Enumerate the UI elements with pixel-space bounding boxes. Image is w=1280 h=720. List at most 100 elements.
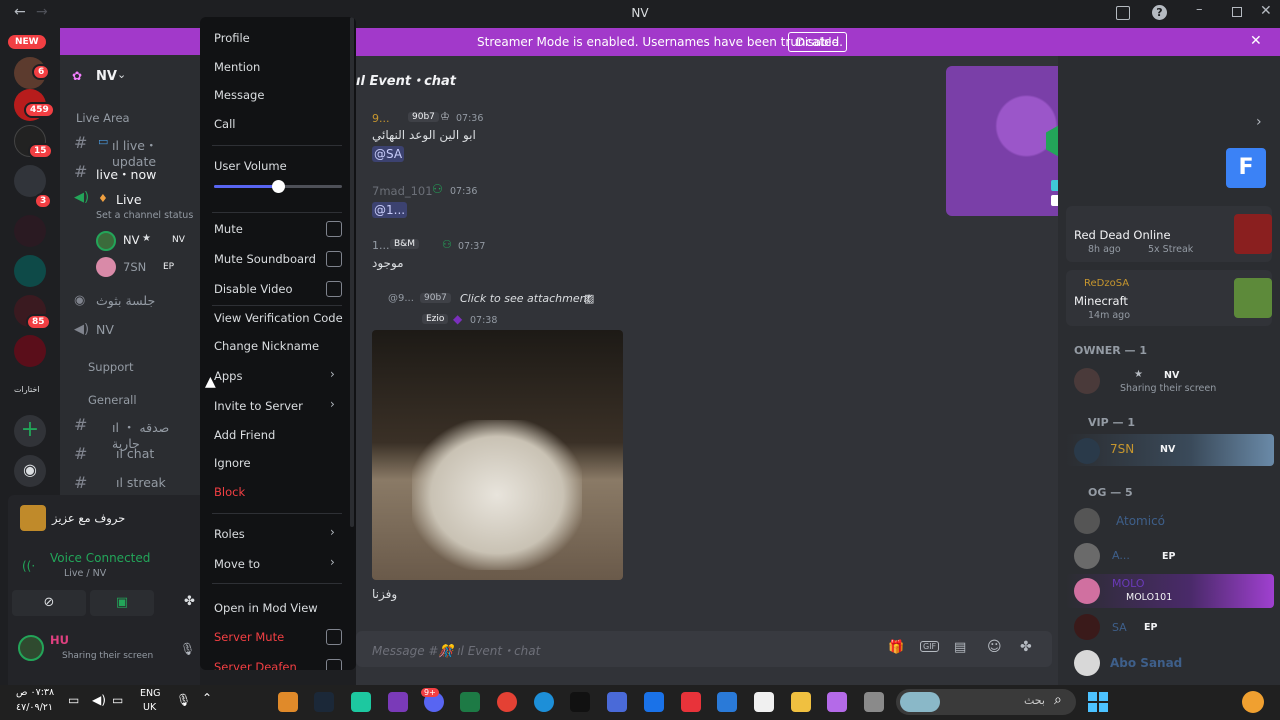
member-name[interactable]: A...: [1112, 549, 1130, 562]
message-author[interactable]: 9...: [372, 112, 390, 125]
voice-channel-live[interactable]: Live: [116, 192, 142, 207]
channel-streak[interactable]: ıl streak: [116, 475, 166, 490]
menu-mute-soundboard[interactable]: Mute Soundboard: [214, 252, 316, 266]
microphone-icon[interactable]: 🎙: [180, 642, 195, 656]
dropbox-icon[interactable]: [644, 692, 664, 712]
outlook-icon[interactable]: [717, 692, 737, 712]
volume-icon[interactable]: ◀): [92, 693, 106, 707]
help-icon[interactable]: ?: [1152, 5, 1167, 20]
avatar[interactable]: [96, 231, 116, 251]
maximize-icon[interactable]: [1232, 7, 1242, 17]
message-author[interactable]: 1...: [372, 239, 390, 252]
channel-chat[interactable]: ıl chat: [116, 446, 154, 461]
avatar[interactable]: [96, 257, 116, 277]
server-icon-8[interactable]: [14, 335, 46, 367]
display-icon[interactable]: ▭: [112, 693, 123, 707]
activities-icon[interactable]: ✤: [184, 594, 195, 609]
volume-knob[interactable]: [272, 180, 285, 193]
app-icon[interactable]: [388, 692, 408, 712]
app-icon[interactable]: [864, 692, 884, 712]
epic-games-icon[interactable]: [570, 692, 590, 712]
channel-live-now[interactable]: live・now: [96, 164, 156, 183]
activity-card[interactable]: ReDzoSA Minecraft 14m ago: [1066, 270, 1272, 326]
language-secondary[interactable]: UK: [143, 702, 156, 713]
copilot-icon[interactable]: [827, 692, 847, 712]
avatar[interactable]: [1074, 508, 1100, 534]
microphone-icon[interactable]: 🎙: [176, 693, 191, 707]
gift-icon[interactable]: 🎁: [888, 640, 904, 655]
inbox-icon[interactable]: [1116, 6, 1130, 20]
menu-message[interactable]: Message: [214, 88, 264, 102]
reply-text[interactable]: Click to see attachment: [460, 292, 591, 305]
menu-apps[interactable]: Apps: [214, 369, 242, 383]
menu-scrollbar[interactable]: [350, 17, 354, 527]
menu-mod-view[interactable]: Open in Mod View: [214, 601, 318, 615]
app-icon[interactable]: [607, 692, 627, 712]
avatar[interactable]: [18, 635, 44, 661]
server-name[interactable]: NV: [96, 69, 117, 84]
avatar[interactable]: [1074, 614, 1100, 640]
server-icon-6[interactable]: [14, 255, 46, 287]
add-server-icon[interactable]: +: [14, 415, 46, 447]
member-row[interactable]: 7SN NV: [1066, 434, 1274, 466]
voice-connected[interactable]: Voice Connected: [50, 551, 150, 565]
app-icon[interactable]: [278, 692, 298, 712]
menu-call[interactable]: Call: [214, 117, 235, 131]
mention[interactable]: @1...: [372, 202, 408, 218]
camera-off-button[interactable]: ⊘: [12, 590, 86, 616]
excel-icon[interactable]: [460, 692, 480, 712]
category-support[interactable]: Support: [88, 360, 133, 374]
chevron-down-icon[interactable]: ⌄: [117, 68, 126, 81]
server-icon-5[interactable]: [14, 215, 46, 247]
mention[interactable]: @SA: [372, 146, 405, 162]
close-icon[interactable]: ✕: [1260, 3, 1272, 19]
avatar[interactable]: [1074, 650, 1100, 676]
menu-roles[interactable]: Roles: [214, 527, 245, 541]
voice-channel-arabic[interactable]: جلسة بثوث: [96, 293, 155, 308]
store-icon[interactable]: [754, 692, 774, 712]
steam-icon[interactable]: [314, 692, 334, 712]
discover-icon[interactable]: ◉: [14, 455, 46, 487]
menu-invite[interactable]: Invite to Server: [214, 399, 303, 413]
message-author[interactable]: 7mad_101: [372, 184, 433, 198]
sticker-icon[interactable]: ▤: [954, 640, 966, 655]
reply-author[interactable]: @9...: [388, 293, 414, 304]
server-deafen-checkbox[interactable]: [326, 659, 342, 670]
menu-disable-video[interactable]: Disable Video: [214, 282, 293, 296]
disable-video-checkbox[interactable]: [326, 281, 342, 297]
menu-mute[interactable]: Mute: [214, 222, 243, 236]
avatar[interactable]: [1074, 368, 1100, 394]
my-username[interactable]: HU: [50, 633, 69, 647]
screen-share-button[interactable]: ▣: [90, 590, 154, 616]
category-live-area[interactable]: Live Area: [76, 111, 130, 125]
app-icon[interactable]: [351, 692, 371, 712]
folder-label[interactable]: اختارات: [14, 385, 40, 394]
member-row[interactable]: MOLO MOLO101: [1066, 574, 1274, 608]
battery-icon[interactable]: ▭: [68, 693, 79, 707]
language-primary[interactable]: ENG: [140, 688, 160, 699]
member-name[interactable]: SA: [1112, 621, 1127, 634]
minimize-icon[interactable]: –: [1196, 2, 1203, 17]
menu-mention[interactable]: Mention: [214, 60, 260, 74]
menu-server-mute[interactable]: Server Mute: [214, 630, 284, 644]
activity-card[interactable]: Red Dead Online 8h ago 5x Streak: [1066, 206, 1272, 262]
menu-move-to[interactable]: Move to: [214, 557, 260, 571]
emoji-icon[interactable]: ☺: [987, 639, 1002, 655]
search-box[interactable]: بحث ⌕: [896, 689, 1076, 715]
menu-block[interactable]: Block: [214, 485, 245, 499]
chrome-icon[interactable]: [497, 692, 517, 712]
mute-checkbox[interactable]: [326, 221, 342, 237]
banner-close-icon[interactable]: ✕: [1250, 33, 1262, 49]
weather-icon[interactable]: [1242, 691, 1264, 713]
message-input[interactable]: Message #🎊 ıl Event・chat 🎁 GIF ▤ ☺ ✤: [356, 631, 1052, 667]
apps-icon[interactable]: ✤: [1020, 639, 1032, 655]
avatar[interactable]: [1074, 543, 1100, 569]
clock-time[interactable]: ٠٧:٣٨ ص: [16, 687, 54, 698]
clock-date[interactable]: ٤٧/٠٩/٢١: [16, 702, 53, 713]
voice-path[interactable]: Live / NV: [64, 568, 106, 579]
disable-button[interactable]: Disable: [788, 32, 847, 52]
channel-status[interactable]: Set a channel status: [96, 210, 193, 221]
member-name[interactable]: Atomicó: [1116, 514, 1165, 528]
server-mute-checkbox[interactable]: [326, 629, 342, 645]
edge-icon[interactable]: [534, 692, 554, 712]
